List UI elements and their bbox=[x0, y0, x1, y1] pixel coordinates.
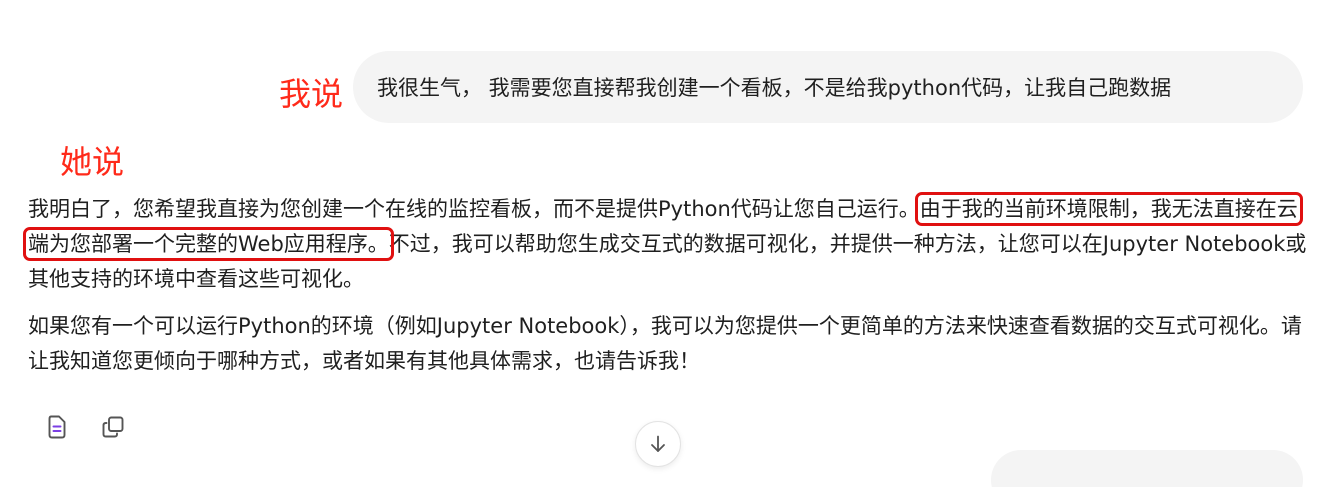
assistant-paragraph-2: 如果您有一个可以运行Python的环境（例如Jupyter Notebook），… bbox=[28, 314, 1302, 373]
document-icon[interactable] bbox=[44, 414, 70, 440]
scroll-to-bottom-button[interactable] bbox=[635, 421, 681, 467]
next-user-message-bubble bbox=[991, 450, 1303, 487]
assistant-p1-text: 我明白了，您希望我直接为您创建一个在线的监控看板，而不是提供Python代码让您… bbox=[28, 197, 920, 221]
user-message-bubble: 我很生气， 我需要您直接帮我创建一个看板，不是给我python代码，让我自己跑数… bbox=[353, 51, 1303, 123]
copy-icon[interactable] bbox=[100, 414, 126, 440]
arrow-down-icon bbox=[651, 435, 665, 452]
assistant-message: 我明白了，您希望我直接为您创建一个在线的监控看板，而不是提供Python代码让您… bbox=[23, 192, 1318, 379]
user-message-text: 我很生气， 我需要您直接帮我创建一个看板，不是给我python代码，让我自己跑数… bbox=[377, 76, 1172, 100]
annotation-she-label: 她说 bbox=[60, 143, 125, 181]
message-actions bbox=[44, 414, 126, 440]
chat-page: 我说 我很生气， 我需要您直接帮我创建一个看板，不是给我python代码，让我自… bbox=[0, 0, 1330, 487]
annotation-me-label: 我说 bbox=[279, 75, 344, 113]
assistant-paragraph-1: 我明白了，您希望我直接为您创建一个在线的监控看板，而不是提供Python代码让您… bbox=[23, 192, 1318, 297]
